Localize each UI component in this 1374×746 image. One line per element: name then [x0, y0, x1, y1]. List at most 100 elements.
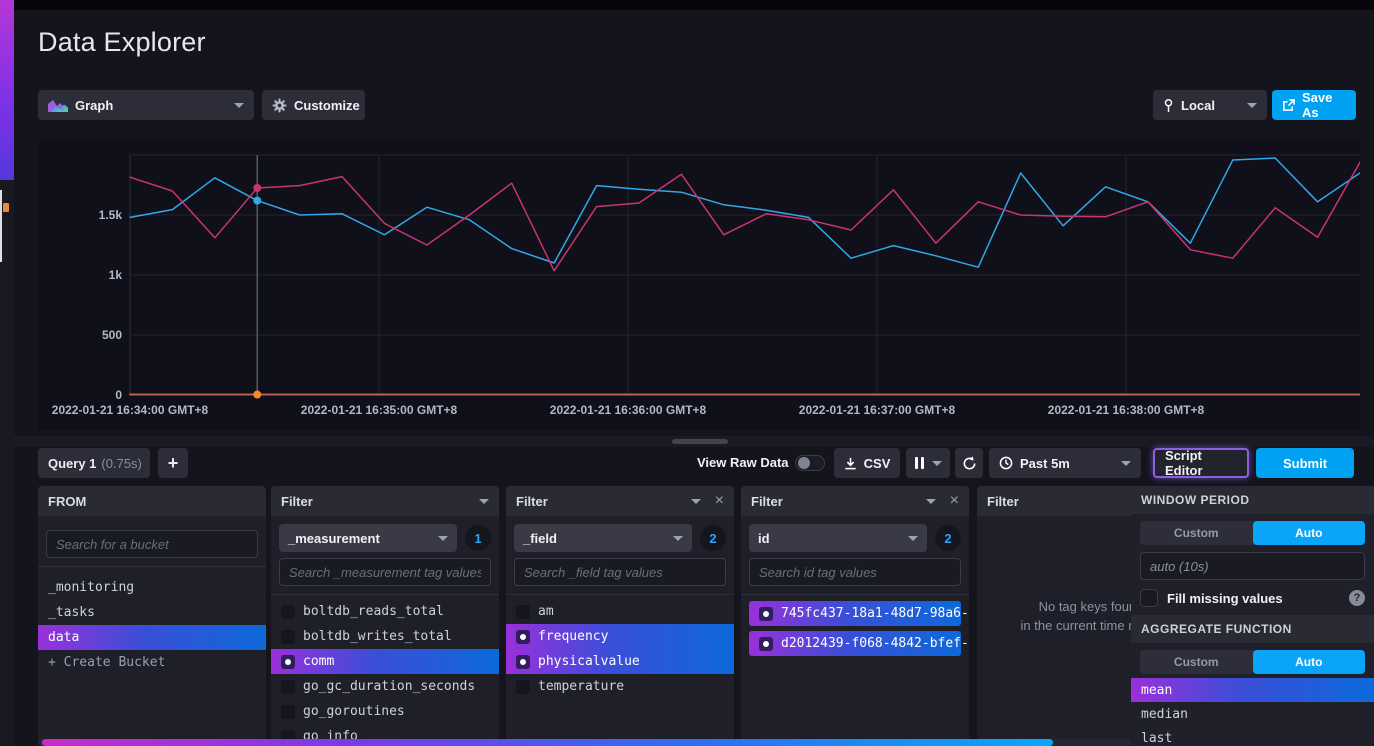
chevron-down-icon[interactable]	[479, 499, 489, 504]
close-icon[interactable]: ×	[715, 493, 724, 509]
refresh-button[interactable]	[955, 448, 983, 478]
checkbox-icon	[759, 607, 773, 621]
save-as-button[interactable]: Save As	[1272, 90, 1356, 120]
refresh-icon	[962, 456, 977, 471]
chevron-down-icon[interactable]	[691, 499, 701, 504]
list-item-label: boltdb_writes_total	[303, 629, 452, 644]
list-item-label: 745fc437-18a1-48d7-98a6-7…	[781, 606, 969, 621]
visualization-type-dropdown[interactable]: Graph	[38, 90, 254, 120]
custom-option[interactable]: Custom	[1140, 521, 1253, 545]
panel-header: Filter ×	[506, 486, 734, 516]
panel-title: Filter	[281, 494, 471, 509]
selected-count-badge: 1	[465, 525, 491, 551]
list-item[interactable]: go_gc_duration_seconds	[271, 674, 499, 699]
auto-option[interactable]: Auto	[1253, 521, 1366, 545]
list-item-label: data	[48, 630, 79, 645]
tag-value-list: 745fc437-18a1-48d7-98a6-7… d2012439-f068-…	[749, 595, 961, 656]
checkbox-icon	[516, 655, 530, 669]
list-item[interactable]: boltdb_writes_total	[271, 624, 499, 649]
list-item[interactable]: physicalvalue	[506, 649, 734, 674]
download-icon	[844, 457, 857, 470]
list-item-label: temperature	[538, 679, 624, 694]
tag-value-search-input[interactable]	[749, 558, 961, 586]
tag-key-dropdown[interactable]: id	[749, 524, 927, 552]
list-item-label: go_goroutines	[303, 704, 405, 719]
pause-icon	[915, 457, 924, 469]
panel-header: Filter ×	[741, 486, 969, 516]
resize-drag-handle[interactable]	[672, 439, 728, 444]
org-scope-label: Local	[1181, 98, 1240, 113]
selected-count-badge: 2	[935, 525, 961, 551]
checkbox-icon	[281, 705, 295, 719]
filter-panel-id: Filter × id 2 745fc437-18a1-48d7-98a6-7……	[741, 486, 969, 746]
list-item[interactable]: _monitoring	[38, 575, 266, 600]
list-item-label: boltdb_reads_total	[303, 604, 444, 619]
filter-panel-measurement: Filter _measurement 1 boltdb_reads_total…	[271, 486, 499, 746]
panel-title: Filter	[751, 494, 918, 509]
list-item[interactable]: + Create Bucket	[38, 650, 266, 675]
aggregate-mode-toggle: Custom Auto	[1140, 650, 1365, 674]
script-editor-button[interactable]: Script Editor	[1153, 448, 1249, 478]
tag-value-list: boltdb_reads_total boltdb_writes_totalcom…	[271, 595, 499, 746]
submit-label: Submit	[1283, 456, 1327, 471]
pause-button[interactable]	[906, 448, 950, 478]
tag-key-dropdown[interactable]: _field	[514, 524, 692, 552]
close-icon[interactable]: ×	[950, 493, 959, 509]
list-item[interactable]: comm	[271, 649, 499, 674]
nav-logo-gradient	[0, 0, 14, 180]
y-axis-tick-label: 500	[102, 328, 122, 342]
view-raw-data-toggle[interactable]	[795, 455, 825, 471]
auto-option[interactable]: Auto	[1253, 650, 1366, 674]
list-item[interactable]: go_goroutines	[271, 699, 499, 724]
tag-value-search-input[interactable]	[279, 558, 491, 586]
list-item[interactable]: am	[506, 599, 734, 624]
submit-button[interactable]: Submit	[1256, 448, 1354, 478]
x-axis-tick-label: 2022-01-21 16:36:00 GMT+8	[550, 403, 707, 417]
list-item-label: go_gc_duration_seconds	[303, 679, 475, 694]
hover-dot-magenta	[253, 184, 261, 192]
time-range-dropdown[interactable]: Past 5m	[989, 448, 1141, 478]
list-item[interactable]: boltdb_reads_total	[271, 599, 499, 624]
checkbox-icon	[516, 630, 530, 644]
from-bucket-panel: FROM _monitoring _tasksdata + Create Bucke…	[38, 486, 266, 746]
add-query-button[interactable]: +	[158, 448, 188, 478]
tag-key-dropdown[interactable]: _measurement	[279, 524, 457, 552]
time-series-chart[interactable]: 05001k1.5k2022-01-21 16:34:00 GMT+82022-…	[38, 140, 1360, 430]
chevron-down-icon[interactable]	[926, 499, 936, 504]
window-period-input[interactable]	[1140, 552, 1365, 580]
download-csv-button[interactable]: CSV	[834, 448, 900, 478]
query-tab[interactable]: Query 1 (0.75s)	[38, 448, 150, 478]
horizontal-scrollbar-thumb[interactable]	[42, 739, 1053, 746]
customize-button[interactable]: Customize	[262, 90, 365, 120]
collapsed-nav-sidebar[interactable]	[0, 0, 14, 746]
list-item[interactable]: 745fc437-18a1-48d7-98a6-7…	[749, 601, 961, 626]
filter-panel-field: Filter × _field 2 amfrequencyphysicalval…	[506, 486, 734, 746]
panel-title: FROM	[48, 494, 256, 509]
list-item[interactable]: _tasks	[38, 600, 266, 625]
visualization-type-label: Graph	[75, 98, 227, 113]
toggle-knob	[798, 457, 810, 469]
page-title: Data Explorer	[38, 27, 206, 58]
bucket-search-input[interactable]	[46, 530, 258, 558]
view-raw-data-label: View Raw Data	[697, 455, 789, 470]
custom-option[interactable]: Custom	[1140, 650, 1253, 674]
org-scope-dropdown[interactable]: Local	[1153, 90, 1267, 120]
save-as-label: Save As	[1302, 90, 1346, 120]
data-explorer-page: Data Explorer Graph Customize Local Save…	[0, 0, 1374, 746]
list-item-label: _tasks	[48, 605, 95, 620]
list-item[interactable]: frequency	[506, 624, 734, 649]
checkbox-icon	[759, 637, 773, 651]
list-item-label: median	[1141, 707, 1188, 722]
bucket-list: _monitoring _tasksdata + Create Bucket	[38, 567, 266, 675]
tag-value-search-input[interactable]	[514, 558, 726, 586]
list-item[interactable]: mean	[1131, 678, 1374, 702]
list-item[interactable]: data	[38, 625, 266, 650]
list-item[interactable]: last	[1131, 726, 1374, 746]
list-item[interactable]: d2012439-f068-4842-bfef-8…	[749, 631, 961, 656]
list-item[interactable]: median	[1131, 702, 1374, 726]
x-axis-tick-label: 2022-01-21 16:34:00 GMT+8	[52, 403, 209, 417]
list-item[interactable]: temperature	[506, 674, 734, 699]
help-icon[interactable]	[1349, 590, 1365, 606]
list-item-label: physicalvalue	[538, 654, 640, 669]
fill-missing-values-checkbox[interactable]	[1140, 589, 1158, 607]
